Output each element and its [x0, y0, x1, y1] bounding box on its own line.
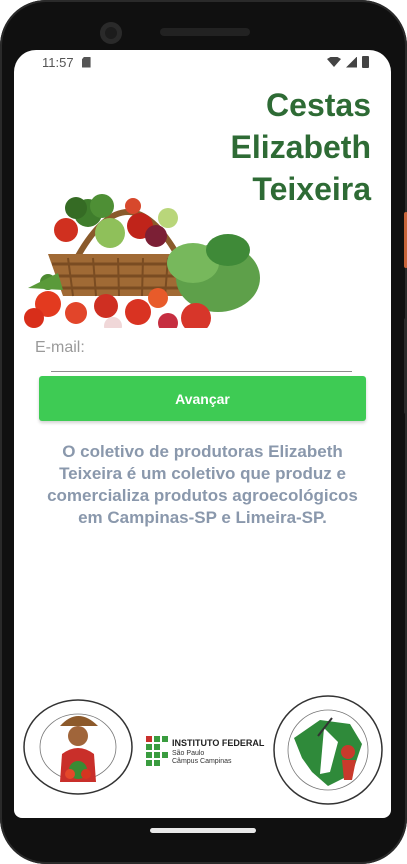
- email-input[interactable]: [51, 360, 352, 372]
- phone-frame: 11:57 Cestas Elizabeth Teixeira E-mail: …: [0, 0, 407, 864]
- description-text: O coletivo de produtoras Elizabeth Teixe…: [47, 442, 358, 527]
- mst-logo: [273, 695, 383, 805]
- app-screen: 11:57 Cestas Elizabeth Teixeira E-mail: …: [14, 50, 391, 818]
- if-subtitle-line: São Paulo: [172, 750, 205, 757]
- instituto-federal-logo: INSTITUTO FEDERAL São Paulo Câmpus Campi…: [146, 734, 266, 770]
- email-label: E-mail:: [35, 339, 85, 356]
- if-subtitle-line: Câmpus Campinas: [172, 758, 232, 765]
- next-button[interactable]: Avançar: [39, 376, 366, 421]
- home-indicator[interactable]: [150, 828, 256, 833]
- if-subtitle: São Paulo Câmpus Campinas: [172, 750, 232, 766]
- vegetable-basket-image: [24, 194, 260, 328]
- battery-icon: [362, 56, 369, 68]
- signal-icon: [346, 56, 357, 68]
- if-name: INSTITUTO FEDERAL: [172, 738, 265, 748]
- title-line: Elizabeth: [230, 129, 371, 165]
- coletivo-logo: [23, 699, 133, 795]
- partner-logos: INSTITUTO FEDERAL São Paulo Câmpus Campi…: [14, 690, 391, 818]
- status-bar: 11:57: [14, 50, 391, 74]
- title-line: Cestas: [266, 87, 371, 123]
- status-icons: [327, 56, 369, 68]
- if-grid-icon: [146, 736, 168, 766]
- sd-card-icon: [81, 56, 91, 68]
- status-time: 11:57: [42, 54, 74, 70]
- earpiece-speaker: [160, 28, 250, 36]
- navigation-bar: [0, 818, 407, 864]
- front-camera: [100, 22, 122, 44]
- wifi-icon: [327, 57, 341, 67]
